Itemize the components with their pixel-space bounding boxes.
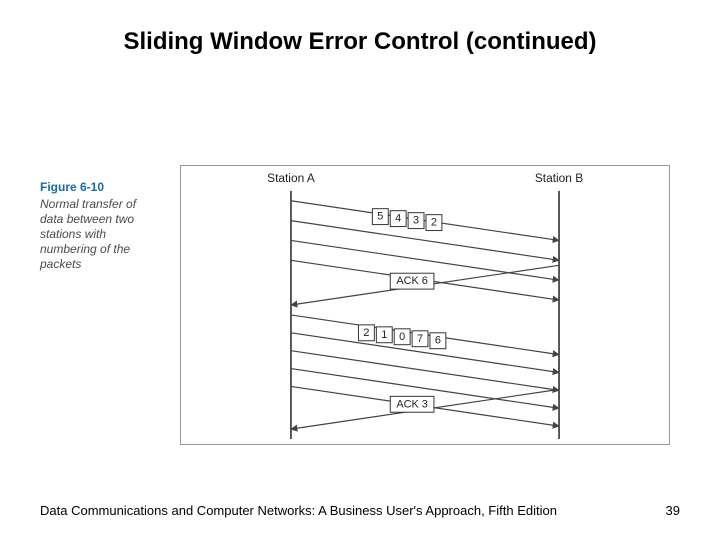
svg-text:5: 5	[377, 211, 383, 223]
packet-group-1: 5 4 3 2	[372, 209, 442, 231]
ack-box-2: ACK 3	[390, 396, 434, 412]
svg-text:3: 3	[413, 215, 419, 227]
svg-text:0: 0	[399, 331, 405, 343]
svg-text:2: 2	[431, 217, 437, 229]
svg-text:6: 6	[435, 335, 441, 347]
station-b-label: Station B	[535, 171, 583, 185]
diagram-panel: Station A Station B 5 4 3 2 ACK 6	[180, 165, 670, 445]
page-title: Sliding Window Error Control (continued)	[0, 28, 720, 56]
station-a-label: Station A	[267, 171, 315, 185]
ack-box-1: ACK 6	[390, 273, 434, 289]
svg-text:7: 7	[417, 333, 423, 345]
svg-text:1: 1	[381, 329, 387, 341]
footer: Data Communications and Computer Network…	[40, 503, 680, 518]
svg-text:2: 2	[363, 327, 369, 339]
page-number: 39	[666, 503, 680, 518]
figure-label: Figure 6-10 Normal transfer of data betw…	[40, 180, 160, 272]
footer-text: Data Communications and Computer Network…	[40, 503, 557, 518]
svg-text:ACK 6: ACK 6	[396, 275, 428, 287]
svg-text:ACK 3: ACK 3	[396, 398, 428, 410]
figure-caption: Normal transfer of data between two stat…	[40, 197, 160, 272]
figure-number: Figure 6-10	[40, 180, 160, 194]
svg-text:4: 4	[395, 213, 401, 225]
